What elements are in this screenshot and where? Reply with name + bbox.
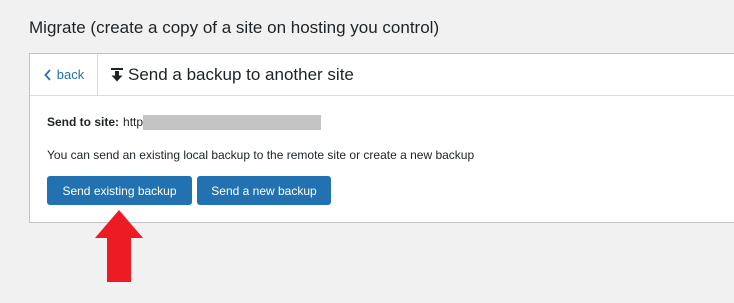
migrate-page: Migrate (create a copy of a site on host…: [0, 0, 734, 303]
chevron-left-icon: [44, 68, 51, 81]
redacted-url-block: [143, 114, 322, 130]
panel-title-text: Send a backup to another site: [128, 64, 354, 84]
send-to-url: http: [123, 115, 144, 129]
back-button[interactable]: back: [30, 54, 98, 95]
page-title: Migrate (create a copy of a site on host…: [29, 18, 440, 37]
panel-header: back Send a backup to another site: [30, 54, 734, 96]
upload-arrow-icon: [111, 67, 123, 81]
back-label: back: [56, 67, 85, 82]
send-new-backup-button[interactable]: Send a new backup: [197, 176, 331, 205]
send-existing-backup-button[interactable]: Send existing backup: [47, 176, 192, 205]
send-backup-panel: back Send a backup to another site Send …: [29, 53, 734, 223]
send-to-label: Send to site:: [47, 115, 120, 129]
info-text: You can send an existing local backup to…: [47, 148, 475, 162]
send-to-row: Send to site: http: [47, 114, 322, 130]
red-arrow-annotation-icon: [95, 210, 143, 282]
panel-title: Send a backup to another site: [110, 54, 354, 95]
